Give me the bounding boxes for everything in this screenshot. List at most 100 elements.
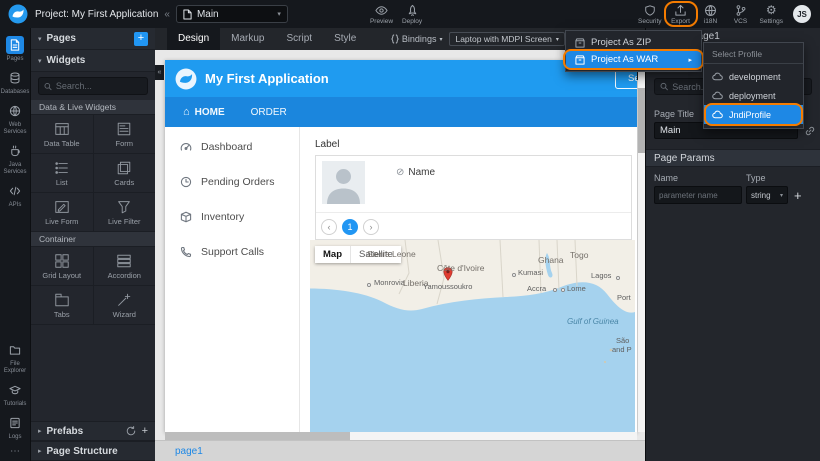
pagination-prev-button[interactable]: ‹ bbox=[321, 219, 337, 235]
select-profile-header: Select Profile bbox=[704, 46, 803, 64]
section-data-live-widgets[interactable]: Data & Live Widgets bbox=[31, 100, 155, 115]
left-panel-handle[interactable]: « bbox=[155, 65, 164, 80]
nav-item-order[interactable]: ORDER bbox=[251, 107, 287, 118]
page-structure-section[interactable]: ▸ Page Structure bbox=[31, 441, 155, 461]
add-prefab-button[interactable]: + bbox=[142, 425, 148, 437]
widget-tile-grid-layout[interactable]: Grid Layout bbox=[31, 247, 93, 285]
tabs-icon bbox=[54, 292, 70, 308]
page-params-header[interactable]: Page Params bbox=[646, 149, 820, 167]
widget-tile-form[interactable]: Form bbox=[94, 115, 156, 153]
map-widget[interactable]: Map Satellite Sierra Leone Monrovia Libe… bbox=[310, 240, 635, 432]
widget-tile-accordion[interactable]: Accordion bbox=[94, 247, 156, 285]
device-selector-dropdown[interactable]: Laptop with MDPI Screen ▾ bbox=[449, 32, 564, 46]
i18n-button[interactable]: i18N bbox=[698, 4, 724, 25]
add-param-button[interactable]: + bbox=[794, 188, 802, 203]
map-label-kumasi: Kumasi bbox=[518, 268, 543, 277]
more-options-icon[interactable]: ⋯ bbox=[10, 444, 20, 461]
widget-search-input[interactable] bbox=[56, 81, 142, 91]
sidenav-item-pending-orders[interactable]: Pending Orders bbox=[165, 164, 299, 199]
nav-item-home[interactable]: ⌂ HOME bbox=[183, 106, 225, 118]
sidebar-item-databases[interactable]: Databases bbox=[0, 66, 30, 99]
map-button[interactable]: Map bbox=[315, 246, 350, 263]
settings-button[interactable]: ⚙ Settings bbox=[758, 4, 786, 25]
param-type-select[interactable]: string ▾ bbox=[746, 186, 788, 204]
security-button[interactable]: Security bbox=[636, 4, 663, 25]
widget-tile-live-form[interactable]: Live Form bbox=[31, 193, 93, 231]
app-navbar: ⌂ HOME ORDER bbox=[165, 97, 637, 127]
widgets-panel-header[interactable]: ▾ Widgets bbox=[31, 50, 155, 72]
widget-tile-cards[interactable]: Cards bbox=[94, 154, 156, 192]
form-icon bbox=[116, 121, 132, 137]
cards-icon bbox=[116, 160, 132, 176]
gear-icon: ⚙ bbox=[766, 4, 777, 17]
filter-funnel-icon bbox=[116, 199, 132, 215]
profile-jndiprofile[interactable]: JndiProfile bbox=[704, 105, 803, 124]
widget-tile-list[interactable]: List bbox=[31, 154, 93, 192]
widget-tile-tabs[interactable]: Tabs bbox=[31, 286, 93, 324]
tab-script[interactable]: Script bbox=[276, 28, 324, 50]
sidenav-item-dashboard[interactable]: Dashboard bbox=[165, 129, 299, 164]
name-field[interactable]: ⊘ Name bbox=[396, 167, 435, 178]
widget-tile-live-filter[interactable]: Live Filter bbox=[94, 193, 156, 231]
pagination-next-button[interactable]: › bbox=[363, 219, 379, 235]
page-selector-dropdown[interactable]: Main ▾ bbox=[176, 5, 288, 23]
profile-deployment[interactable]: deployment bbox=[704, 86, 803, 105]
sidebar-item-apis[interactable]: APIs bbox=[0, 179, 30, 212]
security-label: Security bbox=[638, 18, 661, 25]
sidebar-item-tutorials[interactable]: Tutorials bbox=[0, 378, 30, 411]
detail-panel[interactable]: ⊘ Name ‹ 1 › bbox=[315, 155, 632, 240]
tab-style[interactable]: Style bbox=[323, 28, 367, 50]
sidebar-item-java-services[interactable]: Java Services bbox=[0, 139, 30, 179]
map-label-togo: Togo bbox=[570, 250, 588, 260]
pagination-current-page[interactable]: 1 bbox=[342, 219, 358, 235]
sidebar-item-web-services[interactable]: Web Services bbox=[0, 99, 30, 139]
container-widget-grid: Grid Layout Accordion Tabs Wizard bbox=[31, 247, 155, 325]
log-file-icon bbox=[6, 414, 24, 432]
vertical-scrollbar-thumb[interactable] bbox=[638, 88, 645, 153]
widget-tile-wizard[interactable]: Wizard bbox=[94, 286, 156, 324]
canvas-status-bar: page1 bbox=[155, 440, 645, 461]
sidenav-item-inventory[interactable]: Inventory bbox=[165, 199, 299, 234]
canvas-body: « » My First Application Search ⌂ HOME O… bbox=[155, 50, 645, 440]
label-widget[interactable]: Label bbox=[315, 139, 339, 150]
braces-icon bbox=[391, 34, 399, 44]
app-title[interactable]: My First Application bbox=[205, 71, 329, 86]
chevron-down-icon: ▾ bbox=[439, 36, 442, 43]
map-label-lagos: Lagos bbox=[591, 271, 611, 280]
menu-item-project-as-zip[interactable]: Project As ZIP bbox=[566, 34, 701, 51]
param-table-header: Name Type bbox=[646, 167, 820, 186]
horizontal-scrollbar-thumb[interactable] bbox=[165, 432, 350, 440]
open-page-tab[interactable]: page1 bbox=[175, 446, 203, 457]
web-globe-icon bbox=[6, 102, 24, 120]
pages-panel-header[interactable]: ▾ Pages + bbox=[31, 28, 155, 50]
prefabs-section[interactable]: ▸ Prefabs + bbox=[31, 421, 155, 441]
sidenav-item-support-calls[interactable]: Support Calls bbox=[165, 234, 299, 269]
profile-development[interactable]: development bbox=[704, 67, 803, 86]
bind-link-icon[interactable] bbox=[804, 125, 816, 137]
param-name-input[interactable] bbox=[654, 186, 742, 204]
deploy-button[interactable]: Deploy bbox=[399, 4, 425, 25]
chevron-down-icon: ▾ bbox=[38, 57, 42, 65]
export-button[interactable]: Export bbox=[668, 4, 694, 25]
vertical-scrollbar[interactable] bbox=[638, 60, 645, 432]
widget-tile-data-table[interactable]: Data Table bbox=[31, 115, 93, 153]
tab-design[interactable]: Design bbox=[167, 28, 220, 50]
sidebar-item-pages[interactable]: Pages bbox=[0, 33, 30, 66]
add-page-button[interactable]: + bbox=[134, 32, 148, 46]
bindings-dropdown[interactable]: Bindings ▾ bbox=[391, 34, 443, 44]
sidebar-item-file-explorer[interactable]: File Explorer bbox=[0, 338, 30, 378]
horizontal-scrollbar[interactable] bbox=[165, 432, 637, 440]
collapse-panel-icon[interactable]: « bbox=[164, 9, 170, 20]
widget-search bbox=[38, 77, 148, 95]
map-label-lome: Lome bbox=[567, 284, 586, 293]
vcs-button[interactable]: VCS bbox=[728, 4, 754, 25]
preview-button[interactable]: Preview bbox=[368, 4, 395, 25]
refresh-icon[interactable] bbox=[126, 426, 136, 436]
tab-markup[interactable]: Markup bbox=[220, 28, 275, 50]
panel-divider bbox=[316, 212, 631, 213]
menu-item-project-as-war[interactable]: Project As WAR ▸ bbox=[566, 51, 701, 68]
user-avatar[interactable]: JS bbox=[793, 5, 811, 23]
sidebar-item-logs[interactable]: Logs bbox=[0, 411, 30, 444]
avatar-placeholder-image[interactable] bbox=[322, 161, 365, 204]
section-container[interactable]: Container bbox=[31, 232, 155, 247]
